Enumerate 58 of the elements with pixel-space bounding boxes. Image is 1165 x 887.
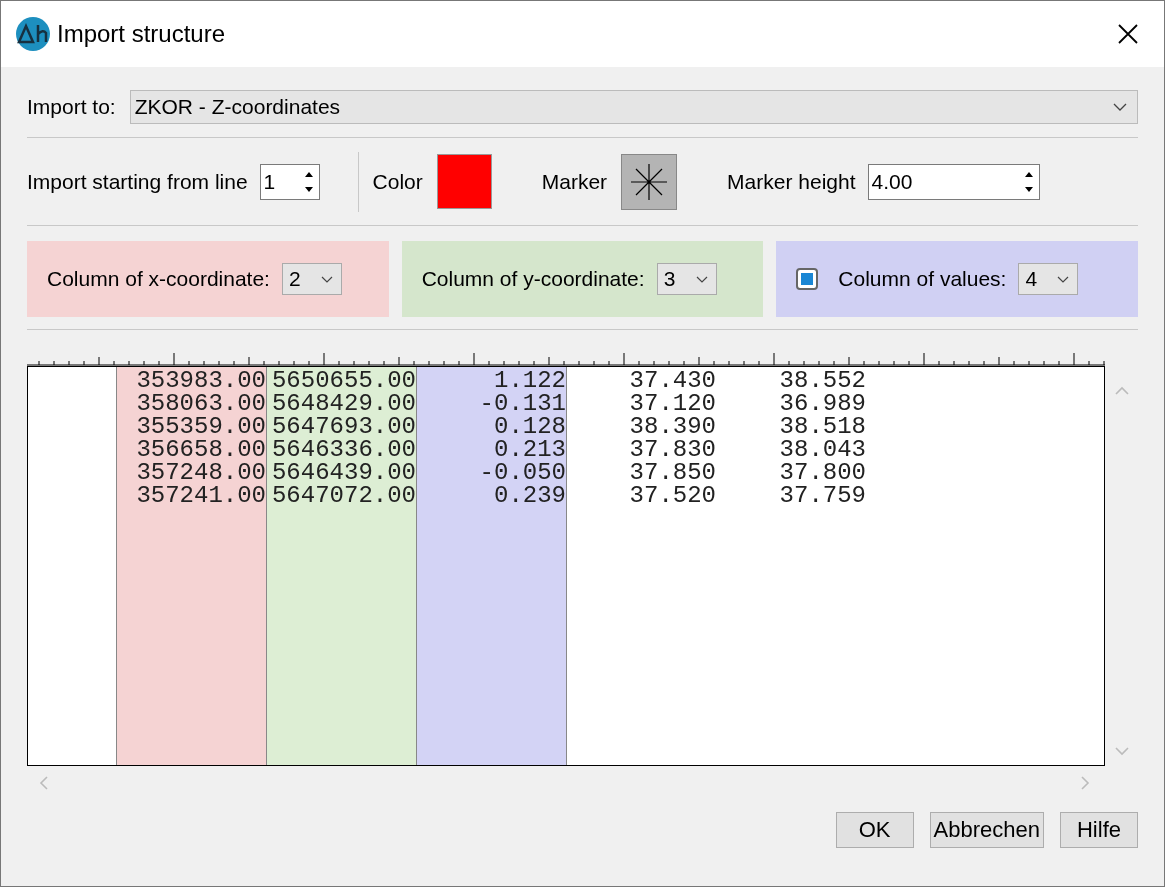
data-cell: 5646439.00 [271, 461, 416, 484]
data-cell: 0.213 [494, 438, 566, 461]
data-cell: 357241.00 [136, 484, 266, 507]
window-title: Import structure [57, 20, 227, 48]
color-swatch[interactable] [436, 154, 492, 209]
marker-height-label: Marker height [727, 169, 856, 194]
data-cell: 1.122 [494, 369, 566, 392]
dialog-button[interactable]: Hilfe [1060, 812, 1138, 848]
column-label: Column of x-coordinate: [47, 267, 270, 291]
marker-height-spinbox[interactable]: 4.00 [867, 163, 1040, 200]
data-cell: 353983.00 [136, 369, 266, 392]
chevron-down-icon [1113, 103, 1127, 111]
data-cell: 357248.00 [136, 461, 266, 484]
data-cell: 37.520 [629, 484, 716, 507]
column-dropdown[interactable]: 2 [281, 263, 342, 295]
data-cell: 37.800 [779, 461, 866, 484]
start-line-label: Import starting from line [27, 169, 248, 194]
app-logo-icon [16, 17, 50, 51]
marker-label: Marker [541, 169, 608, 194]
marker-button[interactable] [621, 153, 678, 210]
data-cell: -0.050 [479, 461, 566, 484]
dialog-button[interactable]: Abbrechen [929, 812, 1044, 848]
chevron-down-icon [1057, 275, 1070, 283]
data-cell: 5647072.00 [271, 484, 416, 507]
data-cell: 358063.00 [136, 392, 266, 415]
data-cell: 38.390 [629, 415, 716, 438]
color-label: Color [372, 169, 423, 194]
asterisk-marker-icon [629, 161, 670, 202]
data-cell: -0.131 [479, 392, 566, 415]
import-to-label: Import to: [27, 95, 116, 119]
data-cell: 0.239 [494, 484, 566, 507]
chevron-down-icon [695, 275, 708, 283]
data-cell: 36.989 [779, 392, 866, 415]
data-cell: 5647693.00 [271, 415, 416, 438]
chevron-down-icon [320, 275, 333, 283]
data-cell: 356658.00 [136, 438, 266, 461]
start-line-spinbox[interactable]: 1 [259, 163, 320, 200]
data-cell: 38.043 [779, 438, 866, 461]
data-cell: 38.518 [779, 415, 866, 438]
data-cell: 37.120 [629, 392, 716, 415]
data-cell: 38.552 [779, 369, 866, 392]
data-cell: 355359.00 [136, 415, 266, 438]
import-target-dropdown[interactable]: ZKOR - Z-coordinates [129, 90, 1138, 124]
data-cell: 5646336.00 [271, 438, 416, 461]
column-dropdown[interactable]: 4 [1018, 263, 1079, 295]
data-cell: 37.850 [629, 461, 716, 484]
data-cell: 5650655.00 [271, 369, 416, 392]
dialog-button[interactable]: OK [835, 812, 914, 848]
data-cell: 37.759 [779, 484, 866, 507]
column-dropdown[interactable]: 3 [656, 263, 717, 295]
data-cell: 37.430 [629, 369, 716, 392]
column-label: Column of y-coordinate: [421, 267, 645, 291]
data-cell: 37.830 [629, 438, 716, 461]
data-cell: 5648429.00 [271, 392, 416, 415]
values-checkbox[interactable] [796, 268, 819, 290]
column-label: Column of values: [838, 267, 1007, 291]
data-cell: 0.128 [494, 415, 566, 438]
close-icon[interactable] [1118, 24, 1138, 44]
